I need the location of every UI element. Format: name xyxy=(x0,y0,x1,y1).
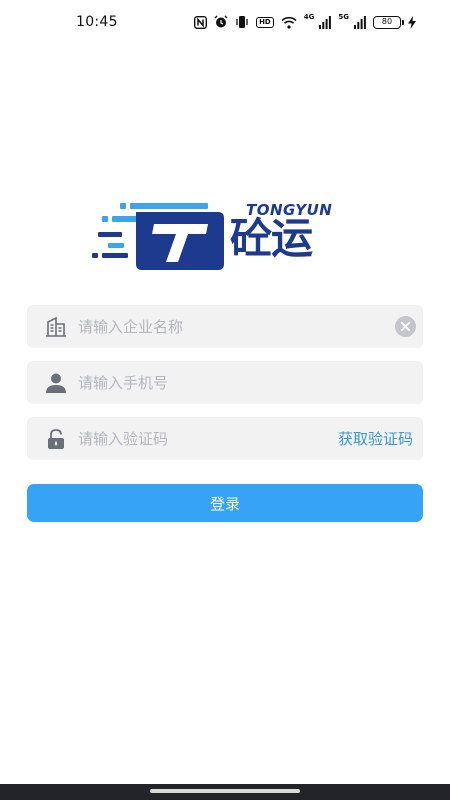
phone-field[interactable] xyxy=(27,361,423,404)
company-field[interactable] xyxy=(27,305,423,348)
status-time: 10:45 xyxy=(76,14,118,30)
wifi-icon xyxy=(281,15,297,29)
network-type-2: 5G xyxy=(338,13,349,21)
phone-input[interactable] xyxy=(78,361,423,404)
hd-voice-icon: HD xyxy=(256,16,274,28)
code-field[interactable]: 获取验证码 xyxy=(27,417,423,460)
status-bar: 10:45 HD 4G 5G 80 xyxy=(0,0,450,44)
home-indicator[interactable] xyxy=(150,789,300,793)
charging-icon xyxy=(408,15,416,29)
app-logo: TONGYUN 砼运 xyxy=(90,198,360,270)
vibrate-icon xyxy=(235,15,249,29)
alarm-icon xyxy=(214,15,228,29)
nfc-icon xyxy=(194,15,208,29)
battery-icon: 80 xyxy=(373,15,404,29)
signal-icon-1 xyxy=(319,15,332,29)
building-icon xyxy=(44,315,68,339)
logo-t-mark-icon xyxy=(92,203,224,270)
code-input[interactable] xyxy=(78,417,338,460)
lock-icon xyxy=(44,427,68,451)
system-nav-bar xyxy=(0,784,450,800)
logo-chinese-text: 砼运 xyxy=(230,214,313,263)
user-icon xyxy=(44,371,68,395)
company-input[interactable] xyxy=(78,305,394,348)
get-code-button[interactable]: 获取验证码 xyxy=(338,428,413,449)
status-icons: HD 4G 5G 80 xyxy=(194,14,416,30)
signal-icon-2 xyxy=(354,15,366,29)
clear-input-icon[interactable] xyxy=(394,316,416,338)
network-type-1: 4G xyxy=(303,13,315,21)
login-button[interactable]: 登录 xyxy=(27,484,423,522)
